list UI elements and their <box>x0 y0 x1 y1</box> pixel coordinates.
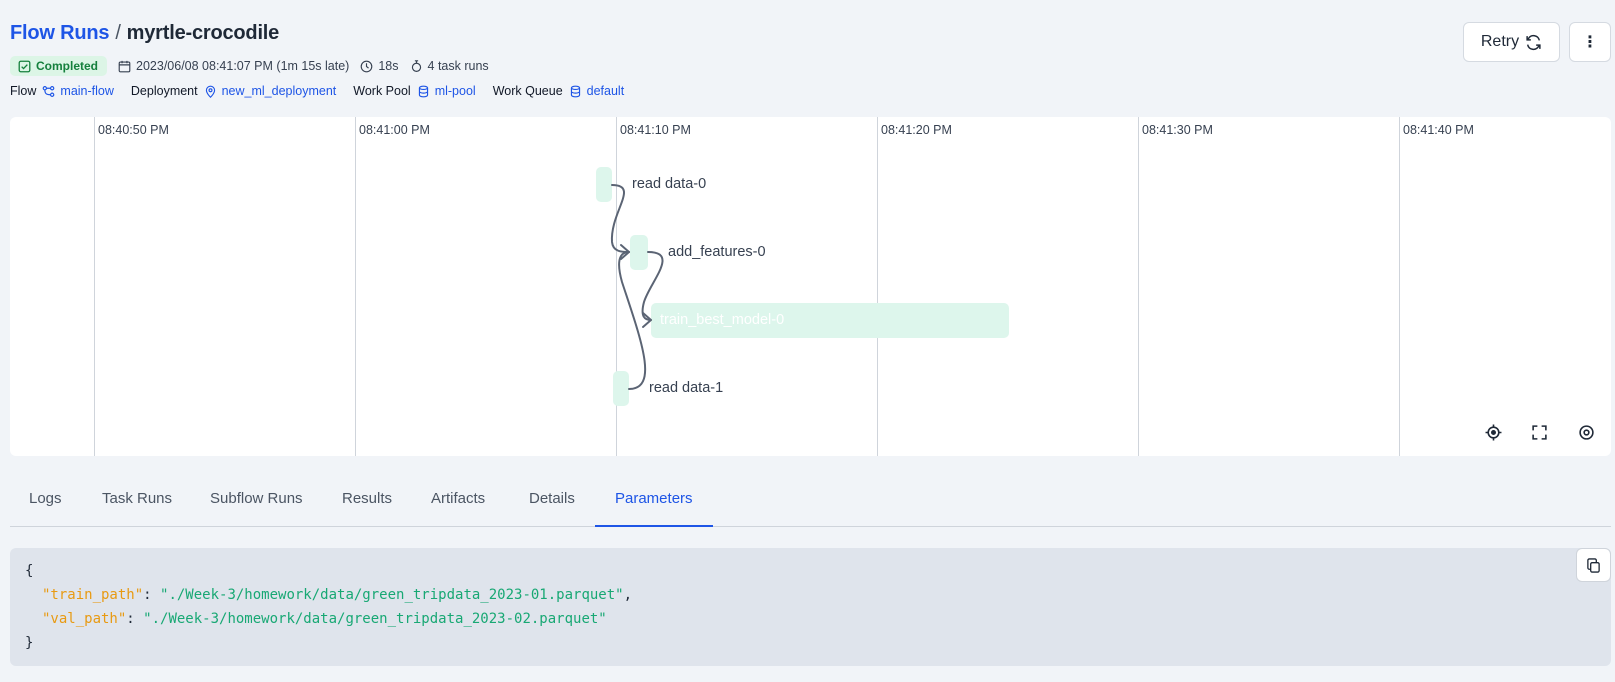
tab-subflow-runs[interactable]: Subflow Runs <box>210 477 303 527</box>
work-queue-label: Work Queue <box>492 84 563 98</box>
tab-artifacts[interactable]: Artifacts <box>431 477 485 527</box>
json-open-brace: { <box>25 563 34 579</box>
json-line: "train_path": "./Week-3/homework/data/gr… <box>42 587 633 603</box>
database-icon <box>418 85 428 97</box>
json-value: "./Week-3/homework/data/green_tripdata_2… <box>160 587 624 603</box>
json-comma: , <box>623 587 633 603</box>
dependency-edge <box>641 251 664 321</box>
page-title: Flow Runs / myrtle-crocodile <box>10 22 279 45</box>
flow-label: Flow <box>10 84 37 98</box>
start-time: 2023/06/08 08:41:07 PM (1m 15s late) <box>118 59 349 73</box>
state-label: Completed <box>36 59 99 73</box>
deployment-label: Deployment <box>130 84 198 98</box>
database-icon <box>570 85 580 97</box>
task-node-label: add_features-0 <box>668 244 766 260</box>
work-queue-link-text[interactable]: default <box>587 84 625 98</box>
json-value: "./Week-3/homework/data/green_tripdata_2… <box>143 611 607 627</box>
tab-results[interactable]: Results <box>342 477 392 527</box>
json-close-brace: } <box>25 635 34 651</box>
deployment-link-text[interactable]: new_ml_deployment <box>222 84 337 98</box>
task-node-label: read data-1 <box>649 380 724 396</box>
parameters-json-panel: { "train_path": "./Week-3/homework/data/… <box>10 548 1611 666</box>
recenter-icon[interactable] <box>1483 422 1503 442</box>
work-pool-link[interactable]: ml-pool <box>417 84 476 98</box>
clock-icon <box>361 60 373 72</box>
dependency-edge <box>610 184 630 253</box>
run-detail-tabs: Logs Task Runs Subflow Runs Results Arti… <box>10 477 1611 527</box>
work-queue-link[interactable]: default <box>569 84 625 98</box>
task-run-count-text: 4 task runs <box>427 59 489 73</box>
flow-run-name: myrtle-crocodile <box>126 22 280 44</box>
deployment-link[interactable]: new_ml_deployment <box>204 84 337 98</box>
task-run-icon <box>411 59 421 72</box>
retry-button[interactable]: Retry <box>1463 22 1560 62</box>
tab-logs[interactable]: Logs <box>29 477 62 527</box>
task-run-count: 4 task runs <box>410 59 489 73</box>
more-options-button[interactable]: ⋮ <box>1569 22 1611 62</box>
start-time-text: 2023/06/08 08:41:07 PM (1m 15s late) <box>136 59 350 73</box>
check-square-icon <box>18 60 31 72</box>
work-pool-link-text[interactable]: ml-pool <box>435 84 476 98</box>
run-meta-row: Completed 2023/06/08 08:41:07 PM (1m 15s… <box>10 56 489 76</box>
task-node-label: read data-0 <box>632 176 707 192</box>
dependency-edge <box>618 251 647 390</box>
settings-icon[interactable] <box>1576 422 1596 442</box>
tab-details[interactable]: Details <box>529 477 575 527</box>
duration: 18s <box>360 59 399 73</box>
retry-label: Retry <box>1480 33 1520 50</box>
tab-parameters[interactable]: Parameters <box>595 477 713 527</box>
duration-text: 18s <box>378 59 399 73</box>
refresh-icon <box>1526 34 1541 50</box>
breadcrumb-flow-runs[interactable]: Flow Runs <box>10 22 110 44</box>
flow-icon <box>43 85 55 97</box>
json-key: "train_path" <box>42 587 144 603</box>
copy-button[interactable] <box>1576 548 1611 582</box>
fullscreen-icon[interactable] <box>1529 422 1549 442</box>
work-pool-label: Work Pool <box>353 84 411 98</box>
json-key: "val_path" <box>42 611 127 627</box>
map-pin-icon <box>205 85 215 98</box>
task-node-label: train_best_model-0 <box>660 312 785 328</box>
flow-link-text[interactable]: main-flow <box>60 84 114 98</box>
copy-icon <box>1587 557 1600 573</box>
tab-task-runs[interactable]: Task Runs <box>102 477 172 527</box>
flow-link[interactable]: main-flow <box>42 84 114 98</box>
dependency-edges <box>610 184 664 390</box>
run-info-row: Flow main-flow Deployment new_ml_deploym… <box>10 84 641 98</box>
state-badge: Completed <box>10 56 108 76</box>
flow-run-timeline[interactable]: 08:40:50 PM 08:41:00 PM 08:41:10 PM 08:4… <box>10 117 1611 456</box>
json-line: "val_path": "./Week-3/homework/data/gree… <box>42 611 607 627</box>
breadcrumb-separator: / <box>115 22 121 44</box>
more-options-icon: ⋮ <box>1582 34 1598 51</box>
calendar-icon <box>118 60 131 72</box>
